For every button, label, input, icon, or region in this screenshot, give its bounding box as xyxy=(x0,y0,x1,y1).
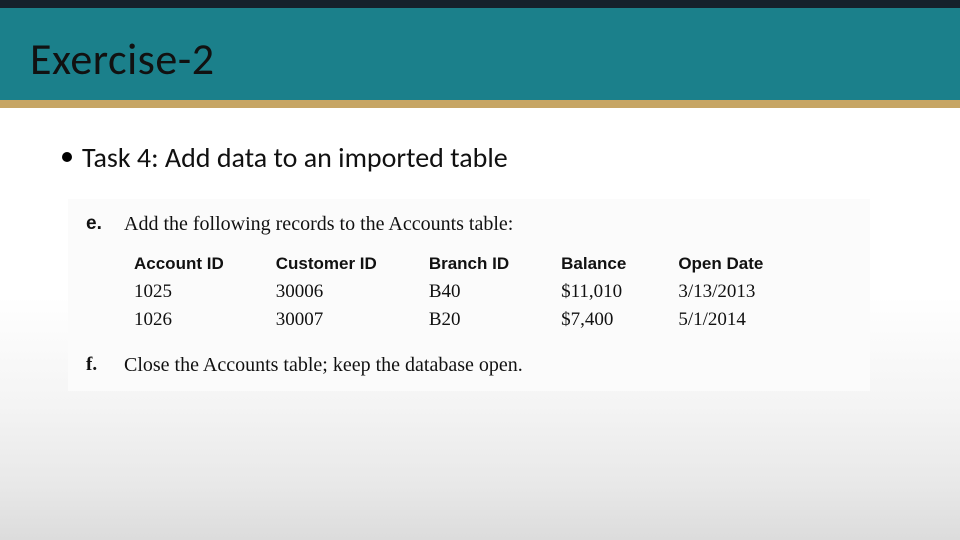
cell-customer-id: 30006 xyxy=(276,278,429,306)
slide-content: Task 4: Add data to an imported table e.… xyxy=(62,140,902,391)
cell-balance: $7,400 xyxy=(561,306,678,334)
cell-open-date: 3/13/2013 xyxy=(678,278,763,306)
cell-balance: $11,010 xyxy=(561,278,678,306)
col-account-id: Account ID xyxy=(134,250,276,278)
records-table: Account ID Customer ID Branch ID Balance… xyxy=(134,250,862,334)
instruction-marker: f. xyxy=(76,354,124,377)
cell-open-date: 5/1/2014 xyxy=(678,306,763,334)
cell-customer-id: 30007 xyxy=(276,306,429,334)
bullet-dot-icon xyxy=(62,152,72,162)
gold-divider xyxy=(0,100,960,108)
instruction-e: e. Add the following records to the Acco… xyxy=(76,213,862,236)
table-row: 1026 30007 B20 $7,400 5/1/2014 xyxy=(134,306,763,334)
cell-account-id: 1026 xyxy=(134,306,276,334)
instruction-text: Close the Accounts table; keep the datab… xyxy=(124,354,523,377)
instruction-text: Add the following records to the Account… xyxy=(124,213,513,236)
textbook-excerpt: e. Add the following records to the Acco… xyxy=(68,199,870,391)
slide-title: Exercise-2 xyxy=(30,32,215,86)
table-header-row: Account ID Customer ID Branch ID Balance… xyxy=(134,250,763,278)
cell-branch-id: B40 xyxy=(429,278,561,306)
col-open-date: Open Date xyxy=(678,250,763,278)
cell-account-id: 1025 xyxy=(134,278,276,306)
bullet-item: Task 4: Add data to an imported table xyxy=(62,140,902,175)
bullet-text: Task 4: Add data to an imported table xyxy=(82,140,508,175)
cell-branch-id: B20 xyxy=(429,306,561,334)
col-balance: Balance xyxy=(561,250,678,278)
table-row: 1025 30006 B40 $11,010 3/13/2013 xyxy=(134,278,763,306)
col-customer-id: Customer ID xyxy=(276,250,429,278)
instruction-f: f. Close the Accounts table; keep the da… xyxy=(76,354,862,377)
col-branch-id: Branch ID xyxy=(429,250,561,278)
instruction-marker: e. xyxy=(76,213,124,236)
